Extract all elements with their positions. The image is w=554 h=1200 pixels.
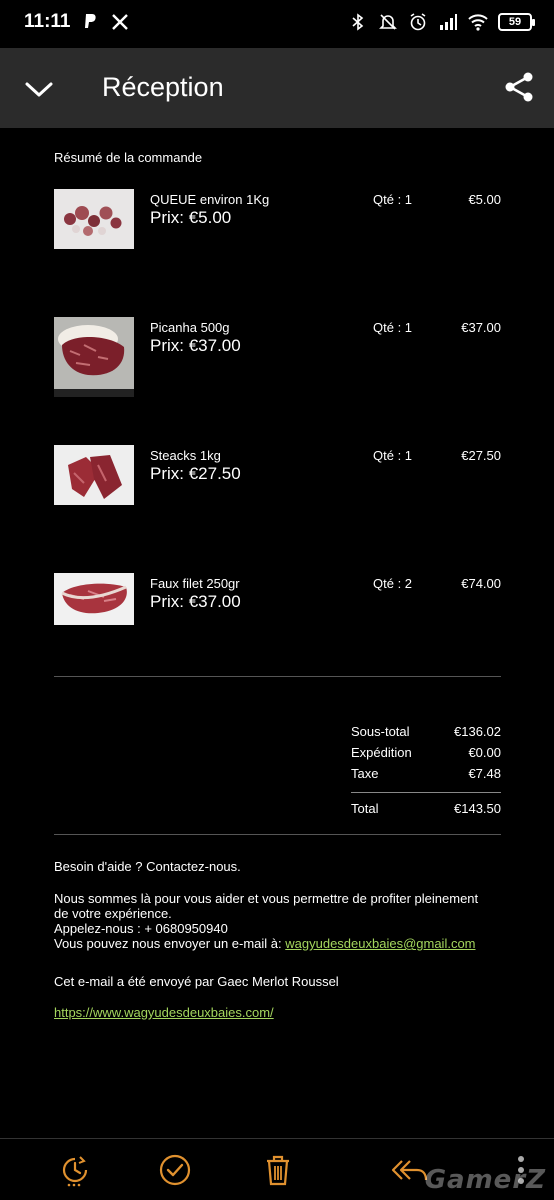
totals-divider — [351, 792, 501, 793]
signal-icon — [440, 14, 457, 30]
subtotal-row: Sous-total €136.02 — [351, 724, 501, 745]
item-total: €5.00 — [468, 192, 501, 207]
help-text: Nous sommes là pour vous aider et vous p… — [54, 891, 479, 921]
email-content[interactable]: Résumé de la commande QUEUE environ 1Kg … — [0, 128, 554, 1138]
shipping-row: Expédition €0.00 — [351, 745, 501, 766]
item-name: Steacks 1kg — [150, 448, 221, 463]
paypal-icon — [85, 14, 96, 28]
item-qty: Qté : 1 — [373, 448, 413, 463]
product-image — [54, 189, 134, 249]
wifi-icon — [468, 14, 488, 31]
snooze-icon[interactable] — [58, 1153, 92, 1187]
item-name: Faux filet 250gr — [150, 576, 240, 591]
bottom-action-bar: GamerZ — [0, 1138, 554, 1200]
order-item: Picanha 500g Prix: €37.00 Qté : 1 €37.00 — [54, 317, 501, 397]
help-email-line: Vous pouvez nous envoyer un e-mail à: wa… — [54, 936, 494, 951]
email-link[interactable]: wagyudesdeuxbaies@gmail.com — [285, 936, 475, 951]
product-image — [54, 573, 134, 625]
share-icon[interactable] — [502, 70, 536, 104]
item-price: Prix: €37.00 — [150, 336, 241, 355]
total-row: Total €143.50 — [351, 801, 501, 822]
bluetooth-icon — [352, 13, 364, 31]
product-image — [54, 445, 134, 505]
shipping-value: €0.00 — [468, 745, 501, 760]
x-icon — [112, 14, 128, 30]
item-qty: Qté : 1 — [373, 320, 413, 335]
tax-value: €7.48 — [468, 766, 501, 781]
item-total: €27.50 — [461, 448, 501, 463]
app-bar: Réception — [0, 48, 554, 128]
item-price: Prix: €37.00 — [150, 592, 241, 611]
order-totals: Sous-total €136.02 Expédition €0.00 Taxe… — [351, 724, 501, 822]
order-summary-title: Résumé de la commande — [54, 150, 203, 165]
help-heading: Besoin d'aide ? Contactez-nous. — [54, 859, 241, 874]
item-name: Picanha 500g — [150, 320, 230, 335]
status-bar: 11:11 59 — [0, 0, 554, 48]
status-time: 11:11 — [24, 11, 71, 32]
trash-icon[interactable] — [261, 1153, 295, 1187]
product-image — [54, 317, 134, 397]
total-value: €143.50 — [454, 801, 501, 816]
order-item: Faux filet 250gr Prix: €37.00 Qté : 2 €7… — [54, 573, 501, 653]
chevron-down-icon[interactable] — [22, 72, 56, 106]
mute-icon — [379, 14, 397, 30]
page-title: Réception — [102, 72, 224, 102]
website-link[interactable]: https://www.wagyudesdeuxbaies.com/ — [54, 1005, 274, 1020]
subtotal-value: €136.02 — [454, 724, 501, 739]
subtotal-label: Sous-total — [351, 724, 410, 739]
tax-row: Taxe €7.48 — [351, 766, 501, 787]
item-name: QUEUE environ 1Kg — [150, 192, 270, 207]
help-phone: Appelez-nous : + 0680950940 — [54, 921, 228, 936]
watermark: GamerZ — [424, 1165, 546, 1195]
shipping-label: Expédition — [351, 745, 412, 760]
item-total: €74.00 — [461, 576, 501, 591]
item-price: Prix: €5.00 — [150, 208, 232, 227]
check-circle-icon[interactable] — [158, 1153, 192, 1187]
order-item: Steacks 1kg Prix: €27.50 Qté : 1 €27.50 — [54, 445, 501, 525]
sent-by-text: Cet e-mail a été envoyé par Gaec Merlot … — [54, 974, 339, 989]
item-price: Prix: €27.50 — [150, 464, 241, 483]
battery-indicator: 59 — [498, 13, 535, 31]
help-message: Nous sommes là pour vous aider et vous p… — [54, 891, 494, 951]
alarm-icon — [410, 13, 426, 31]
total-label: Total — [351, 801, 379, 816]
website-line: https://www.wagyudesdeuxbaies.com/ — [54, 1005, 514, 1020]
tax-label: Taxe — [351, 766, 379, 781]
divider — [54, 676, 501, 677]
item-qty: Qté : 2 — [373, 576, 413, 591]
divider — [54, 834, 501, 835]
item-total: €37.00 — [461, 320, 501, 335]
order-item: QUEUE environ 1Kg Prix: €5.00 Qté : 1 €5… — [54, 189, 501, 269]
help-email-prefix: Vous pouvez nous envoyer un e-mail à: — [54, 936, 286, 951]
item-qty: Qté : 1 — [373, 192, 413, 207]
